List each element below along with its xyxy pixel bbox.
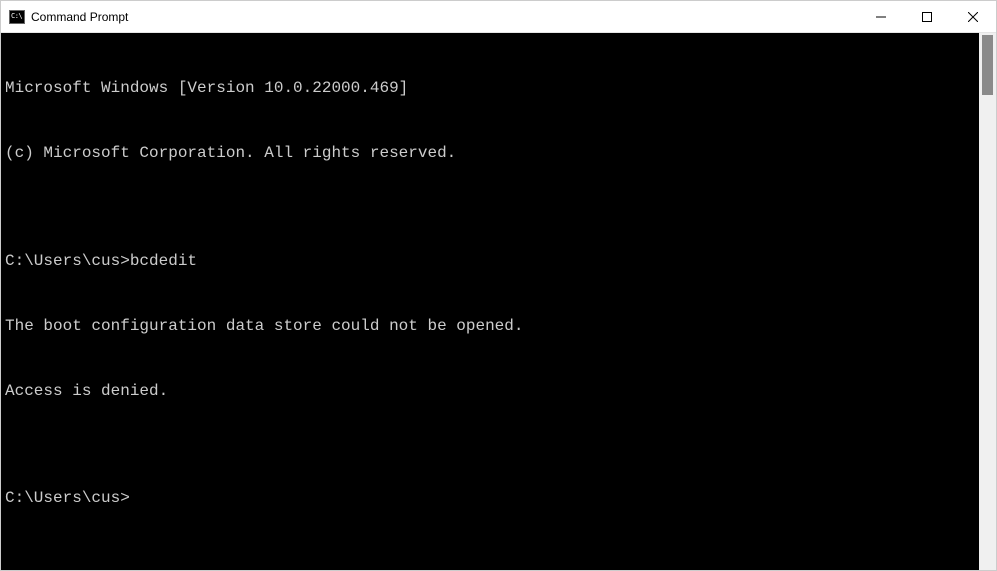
- content-area: Microsoft Windows [Version 10.0.22000.46…: [1, 33, 996, 570]
- terminal-line: (c) Microsoft Corporation. All rights re…: [5, 143, 975, 165]
- titlebar[interactable]: C:\ Command Prompt: [1, 1, 996, 33]
- maximize-button[interactable]: [904, 1, 950, 32]
- terminal-line: Microsoft Windows [Version 10.0.22000.46…: [5, 78, 975, 100]
- scrollbar-track[interactable]: [979, 33, 996, 570]
- app-icon: C:\: [9, 9, 25, 25]
- terminal-line: The boot configuration data store could …: [5, 316, 975, 338]
- maximize-icon: [922, 12, 932, 22]
- close-button[interactable]: [950, 1, 996, 32]
- close-icon: [968, 12, 978, 22]
- terminal-output[interactable]: Microsoft Windows [Version 10.0.22000.46…: [1, 33, 979, 570]
- terminal-line: Access is denied.: [5, 381, 975, 403]
- minimize-button[interactable]: [858, 1, 904, 32]
- window-title: Command Prompt: [31, 10, 858, 24]
- scrollbar-thumb[interactable]: [982, 35, 993, 95]
- command-prompt-window: C:\ Command Prompt: [0, 0, 997, 571]
- terminal-prompt: C:\Users\cus>: [5, 488, 975, 510]
- window-controls: [858, 1, 996, 32]
- terminal-line: C:\Users\cus>bcdedit: [5, 251, 975, 273]
- minimize-icon: [876, 12, 886, 22]
